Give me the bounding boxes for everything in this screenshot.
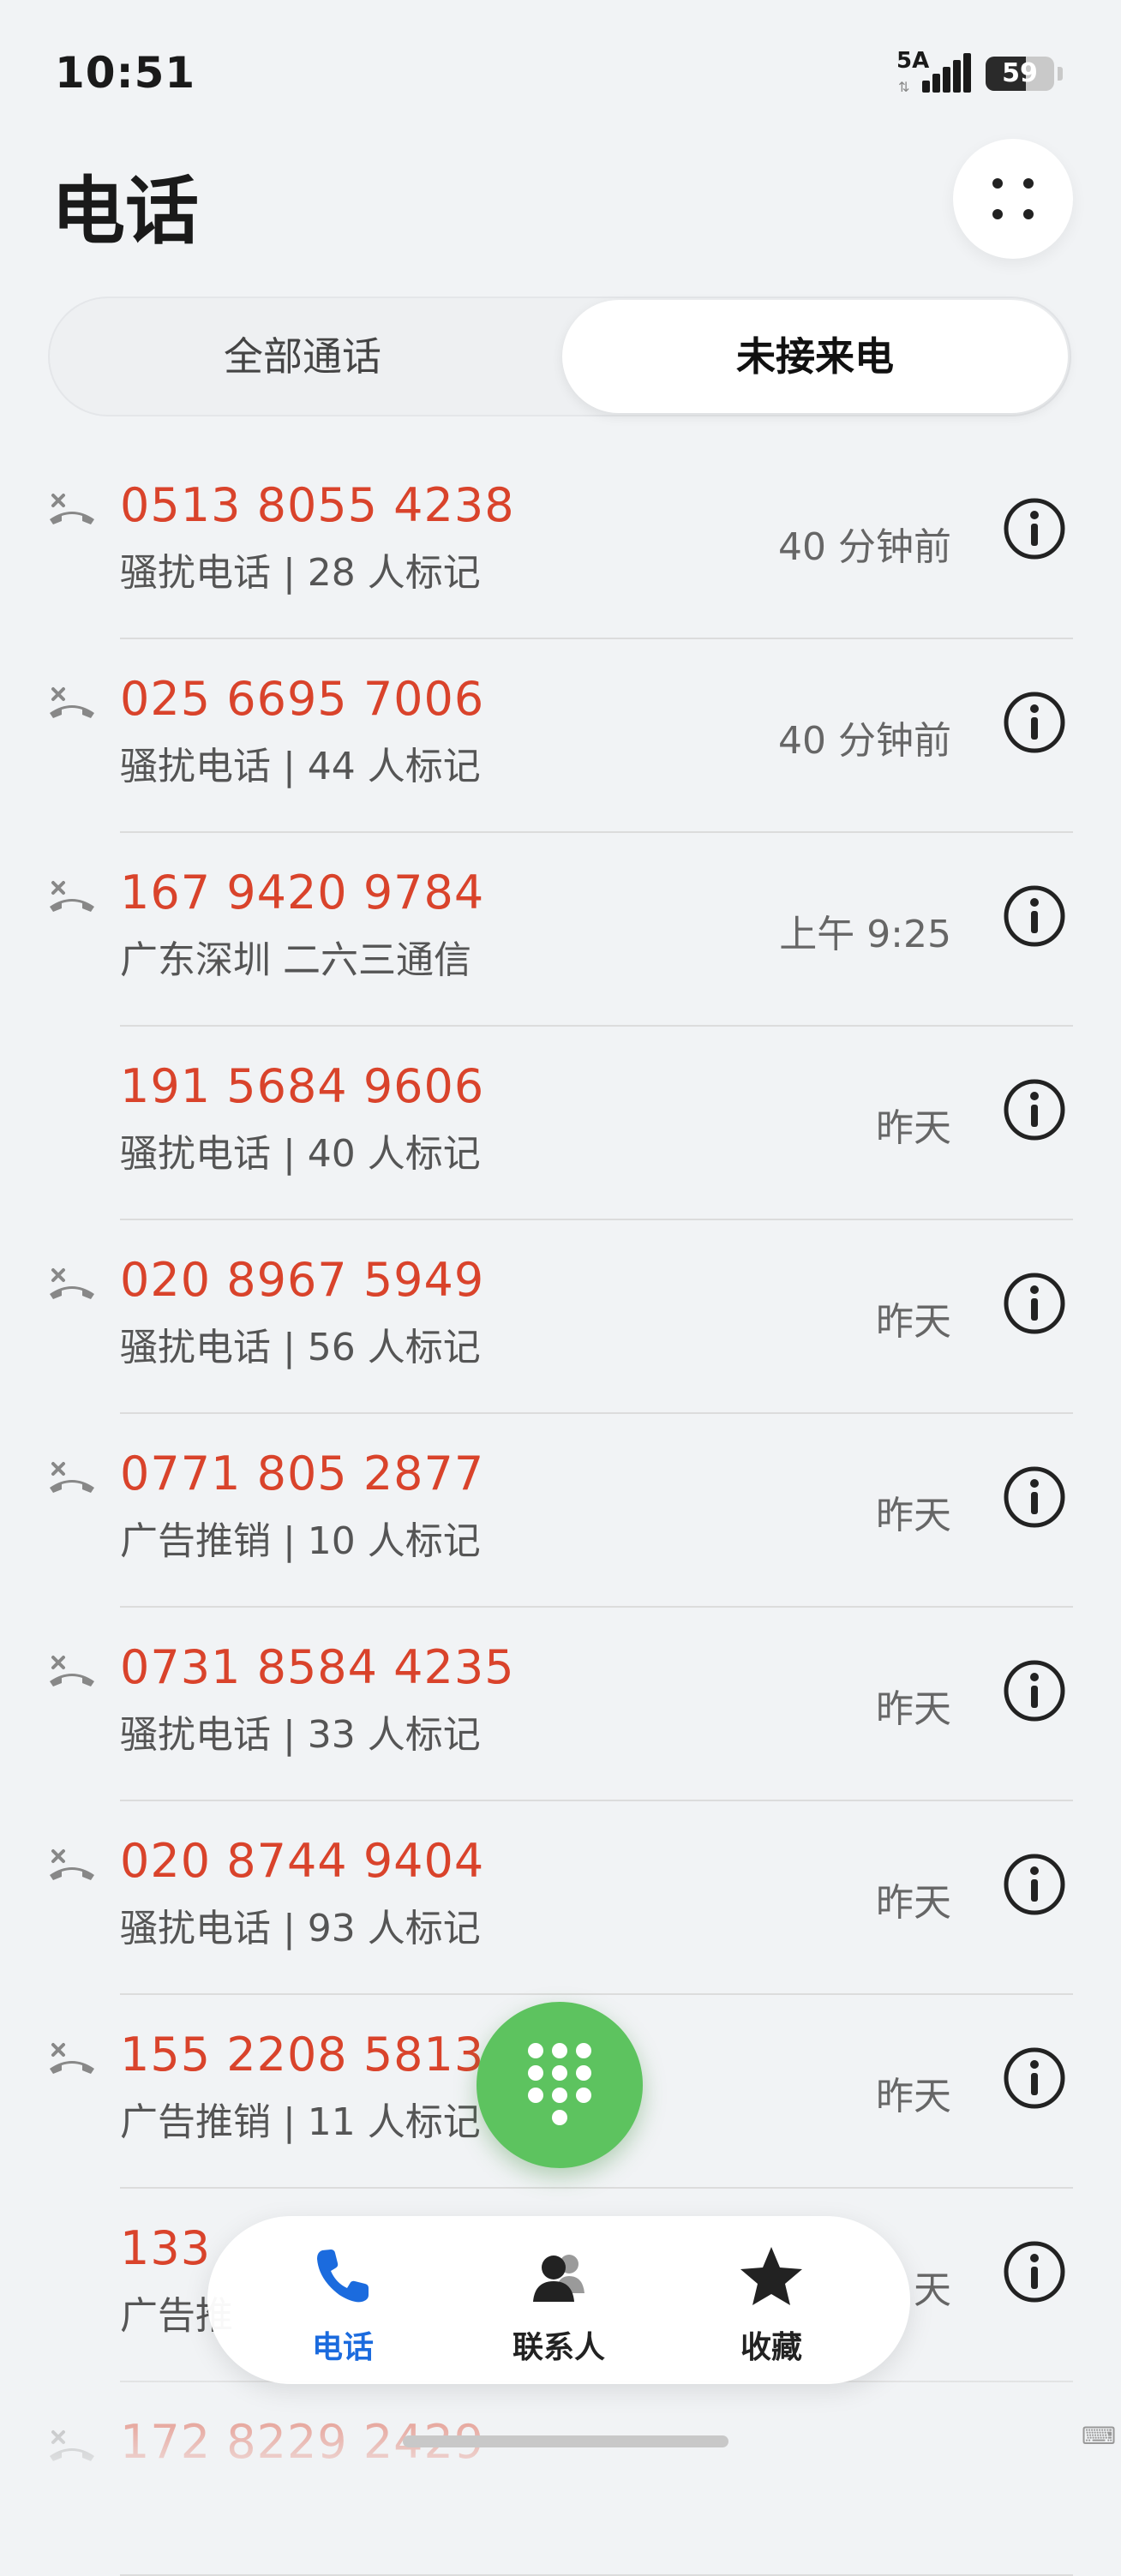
call-number: 020 8967 5949 (120, 1253, 485, 1307)
dialpad-dot (552, 2065, 567, 2081)
call-row[interactable]: 020 8967 5949 骚扰电话 | 56 人标记 昨天 (0, 1220, 1121, 1414)
dialpad-dot (552, 2088, 567, 2103)
phone-icon (317, 2250, 369, 2303)
call-number: 0771 805 2877 (120, 1447, 485, 1501)
dialpad-dot (576, 2065, 591, 2081)
missed-call-icon (46, 2033, 98, 2076)
call-time: 天 (914, 2268, 951, 2312)
more-dot-icon (992, 209, 1003, 219)
call-time: 昨天 (876, 2075, 951, 2118)
nav-favorites-label: 收藏 (740, 2330, 802, 2365)
call-row[interactable]: 0513 8055 4238 骚扰电话 | 28 人标记 40 分钟前 (0, 446, 1121, 639)
page-title: 电话 (51, 169, 199, 255)
call-filter-tabs: 全部通话 未接来电 (48, 297, 1071, 416)
call-number: 133 (120, 2221, 212, 2275)
call-description: 骚扰电话 | 93 人标记 (120, 1907, 481, 1950)
nav-phone[interactable]: 电话 (249, 2216, 437, 2384)
battery-cap (1058, 67, 1063, 81)
missed-call-icon (46, 1645, 98, 1688)
keyboard-hint-icon: ⌨ (1082, 2422, 1117, 2450)
more-options-button[interactable] (953, 139, 1073, 259)
call-row[interactable]: 020 8744 9404 骚扰电话 | 93 人标记 昨天 (0, 1801, 1121, 1995)
signal-icon (922, 53, 972, 93)
call-info-button[interactable] (1003, 497, 1066, 560)
call-info-button[interactable] (1003, 2240, 1066, 2303)
call-description: 广告推销 | 10 人标记 (120, 1519, 481, 1563)
tab-missed-calls[interactable]: 未接来电 (562, 300, 1068, 413)
home-indicator[interactable] (403, 2435, 728, 2447)
call-row[interactable]: 0771 805 2877 广告推销 | 10 人标记 昨天 (0, 1414, 1121, 1608)
data-activity-icon: ⇅ (898, 79, 910, 95)
missed-call-icon (46, 871, 98, 914)
more-dot-icon (1023, 178, 1034, 189)
call-number: 025 6695 7006 (120, 672, 485, 726)
call-time: 上午 9:25 (779, 913, 951, 956)
call-time: 昨天 (876, 1881, 951, 1925)
dialpad-button[interactable] (477, 2002, 643, 2168)
call-time: 40 分钟前 (778, 525, 951, 569)
call-info-button[interactable] (1003, 1272, 1066, 1335)
call-info-button[interactable] (1003, 884, 1066, 948)
status-bar: 10:51 5A ⇅ 59 (0, 0, 1121, 146)
call-row[interactable]: 191 5684 9606 骚扰电话 | 40 人标记 昨天 (0, 1027, 1121, 1220)
missed-call-icon (46, 1452, 98, 1495)
call-info-button[interactable] (1003, 691, 1066, 754)
call-description: 骚扰电话 | 56 人标记 (120, 1326, 481, 1369)
battery-level: 59 (1002, 58, 1038, 88)
call-description: 广东深圳 二六三通信 (120, 938, 471, 982)
call-row[interactable]: 025 6695 7006 骚扰电话 | 44 人标记 40 分钟前 (0, 639, 1121, 833)
nav-contacts-label: 联系人 (512, 2330, 605, 2365)
call-info-button[interactable] (1003, 2046, 1066, 2110)
call-number: 020 8744 9404 (120, 1834, 485, 1888)
call-description: 骚扰电话 | 40 人标记 (120, 1132, 481, 1176)
call-info-button[interactable] (1003, 1078, 1066, 1141)
missed-call-icon (46, 483, 98, 526)
dialpad-dot (552, 2043, 567, 2058)
more-dot-icon (1023, 209, 1034, 219)
status-time: 10:51 (55, 48, 196, 98)
missed-call-icon (46, 1258, 98, 1301)
call-description: 广告推销 | 11 人标记 (120, 2100, 481, 2144)
contacts-icon (533, 2255, 584, 2302)
call-number: 191 5684 9606 (120, 1059, 485, 1113)
tab-all-calls[interactable]: 全部通话 (48, 297, 557, 416)
call-time: 昨天 (876, 1687, 951, 1731)
dialpad-dot (576, 2043, 591, 2058)
nav-phone-label: 电话 (311, 2330, 374, 2365)
call-number: 0731 8584 4235 (120, 1640, 515, 1694)
call-number: 155 2208 5813 (120, 2028, 485, 2082)
nav-contacts[interactable]: 联系人 (465, 2216, 653, 2384)
call-time: 昨天 (876, 1300, 951, 1344)
call-info-button[interactable] (1003, 1465, 1066, 1529)
call-info-button[interactable] (1003, 1659, 1066, 1722)
call-number: 167 9420 9784 (120, 866, 485, 920)
call-number: 0513 8055 4238 (120, 478, 515, 532)
bottom-nav: 电话 联系人 收藏 (207, 2216, 910, 2384)
call-time: 昨天 (876, 1106, 951, 1150)
dialpad-dot (552, 2110, 567, 2125)
battery-icon: 59 (986, 57, 1054, 91)
call-description: 骚扰电话 | 33 人标记 (120, 1713, 481, 1757)
call-description: 骚扰电话 | 28 人标记 (120, 551, 481, 595)
dialpad-dot (528, 2088, 543, 2103)
call-row[interactable]: 167 9420 9784 广东深圳 二六三通信 上午 9:25 (0, 833, 1121, 1027)
missed-call-icon (46, 1839, 98, 1882)
call-row[interactable]: 0731 8584 4235 骚扰电话 | 33 人标记 昨天 (0, 1608, 1121, 1801)
dialpad-dot (528, 2043, 543, 2058)
call-time: 40 分钟前 (778, 719, 951, 763)
call-time: 昨天 (876, 1494, 951, 1537)
dialpad-dot (576, 2088, 591, 2103)
more-dot-icon (992, 178, 1003, 189)
dialpad-dot (528, 2065, 543, 2081)
missed-call-icon (46, 677, 98, 720)
call-description: 骚扰电话 | 44 人标记 (120, 745, 481, 788)
call-info-button[interactable] (1003, 1853, 1066, 1916)
nav-favorites[interactable]: 收藏 (677, 2216, 866, 2384)
star-icon (740, 2247, 802, 2305)
